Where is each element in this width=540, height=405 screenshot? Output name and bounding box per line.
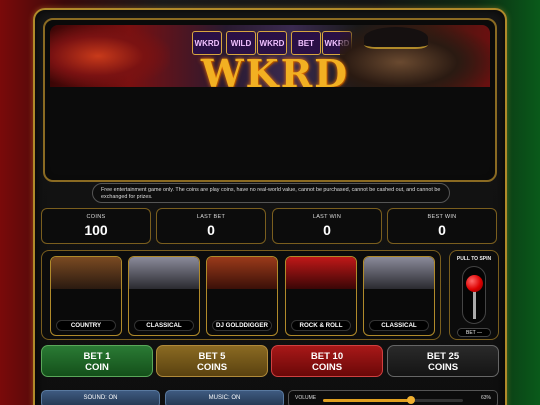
bet-button-line1: BET 1	[83, 351, 111, 362]
bet-button-line2: COINS	[196, 362, 228, 373]
spin-lever-panel: PULL TO SPIN BET —	[449, 250, 499, 340]
music-selector: COUNTRY CLASSICAL DJ GOLDDIGGER ROCK & R…	[41, 250, 441, 340]
music-toggle-button[interactable]: MUSIC: ON	[165, 390, 284, 405]
card-art	[364, 257, 434, 289]
music-card-classical-2[interactable]: CLASSICAL	[363, 256, 435, 336]
music-card-rock-and-roll[interactable]: ROCK & ROLL	[285, 256, 357, 336]
title-banner: WKRD WILD WKRD BET WKRD WKRD	[50, 25, 490, 87]
stat-last-win: LAST WIN 0	[272, 208, 382, 244]
card-art	[286, 257, 356, 289]
game-screen: WKRD WILD WKRD BET WKRD WKRD	[43, 18, 497, 182]
card-art	[207, 257, 277, 289]
game-logo: WKRD	[200, 51, 350, 88]
card-label: ROCK & ROLL	[291, 320, 351, 331]
bet-button-line2: COINS	[427, 362, 459, 373]
dragon-art	[50, 25, 170, 87]
bet-10-button[interactable]: BET 10 COINS	[271, 345, 383, 377]
reel-display: WKRD WILD WKRD BET WKRD WKRD	[50, 25, 490, 175]
bet-button-line1: BET 10	[310, 351, 344, 362]
current-bet-display: BET —	[457, 328, 491, 337]
stat-value: 0	[207, 222, 215, 238]
stat-label: COINS	[86, 214, 106, 220]
bet-button-line2: COIN	[85, 362, 109, 373]
stat-label: LAST WIN	[312, 214, 342, 220]
stat-label: LAST BET	[196, 214, 226, 220]
lever-slot	[462, 266, 486, 324]
volume-thumb[interactable]	[407, 396, 415, 404]
pirate-hat-icon	[364, 27, 428, 49]
card-art	[51, 257, 121, 289]
card-art	[129, 257, 199, 289]
bet-button-line2: COINS	[311, 362, 343, 373]
volume-slider[interactable]	[323, 396, 463, 404]
card-label: DJ GOLDDIGGER	[212, 320, 272, 331]
lever-title: PULL TO SPIN	[456, 256, 492, 262]
spin-lever-knob[interactable]	[466, 275, 483, 292]
music-card-country[interactable]: COUNTRY	[50, 256, 122, 336]
stat-label: BEST WIN	[427, 214, 457, 220]
stat-value: 100	[84, 222, 108, 238]
music-card-classical[interactable]: CLASSICAL	[128, 256, 200, 336]
card-label: COUNTRY	[56, 320, 116, 331]
stat-value: 0	[438, 222, 446, 238]
stat-best-win: BEST WIN 0	[387, 208, 497, 244]
disclaimer-notice: Free entertainment game only. The coins …	[92, 183, 450, 203]
card-label: CLASSICAL	[369, 320, 429, 331]
sound-toggle-button[interactable]: SOUND: ON	[41, 390, 160, 405]
stat-value: 0	[323, 222, 331, 238]
bet-5-button[interactable]: BET 5 COINS	[156, 345, 268, 377]
stat-last-bet: LAST BET 0	[156, 208, 266, 244]
volume-label: VOLUME	[295, 395, 317, 401]
bet-button-line1: BET 5	[198, 351, 226, 362]
volume-control: VOLUME 63%	[288, 390, 498, 405]
music-card-dj-golddigger[interactable]: DJ GOLDDIGGER	[206, 256, 278, 336]
bet-1-button[interactable]: BET 1 COIN	[41, 345, 153, 377]
volume-percent: 63%	[480, 395, 491, 401]
stat-coins: COINS 100	[41, 208, 151, 244]
bet-button-line1: BET 25	[426, 351, 460, 362]
card-label: CLASSICAL	[134, 320, 194, 331]
volume-fill	[323, 399, 411, 402]
bet-25-button[interactable]: BET 25 COINS	[387, 345, 499, 377]
stats-bar: COINS 100 LAST BET 0 LAST WIN 0 BEST WIN…	[41, 208, 499, 244]
